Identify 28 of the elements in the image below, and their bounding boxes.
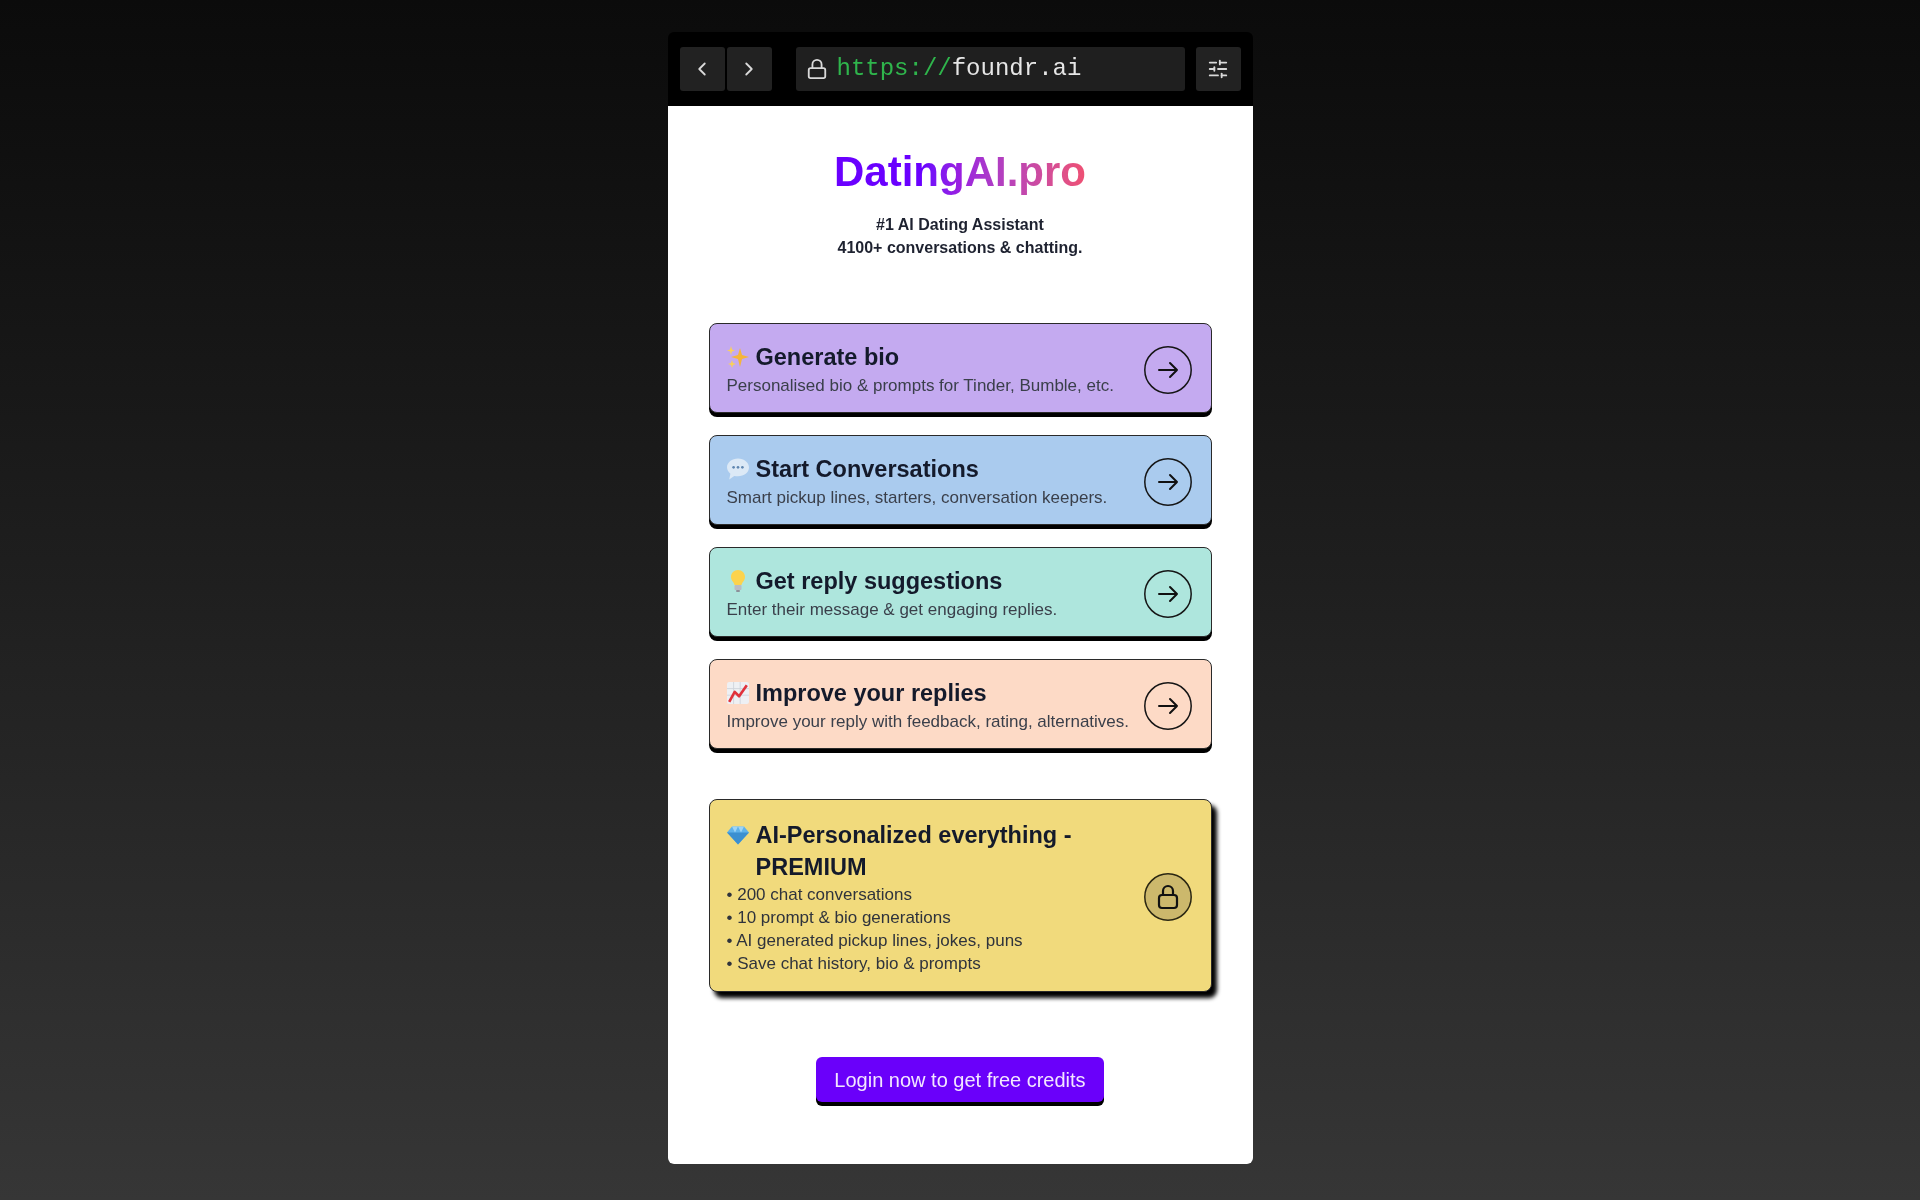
- premium-feature-text: • 10 prompt & bio generations: [726, 907, 952, 929]
- feature-description: Enter their message & get engaging replies.: [726, 599, 1059, 621]
- premium-feature-text: • 200 chat conversations: [726, 884, 913, 906]
- gem-icon: [726, 826, 749, 845]
- feature-title: Generate bio: [755, 343, 900, 371]
- feature-description: Improve your reply with feedback, rating, alternatives.: [726, 711, 1131, 733]
- feature-title: Get reply suggestions: [755, 567, 1003, 595]
- feature-description: Personalised bio & prompts for Tinder, Bumble, etc.: [726, 375, 1115, 397]
- address-bar[interactable]: https://foundr.ai: [795, 47, 1185, 91]
- premium-feature-text: • Save chat history, bio & prompts: [726, 953, 982, 975]
- arrow-right-icon[interactable]: [1143, 570, 1192, 618]
- settings-button[interactable]: [1195, 47, 1241, 91]
- arrow-right-icon[interactable]: [1143, 458, 1192, 506]
- tagline-text: #1 AI Dating Assistant: [876, 215, 1044, 235]
- tagline-text: 4100+ conversations & chatting.: [837, 238, 1083, 258]
- feature-description: Smart pickup lines, starters, conversation keepers.: [726, 487, 1109, 509]
- premium-title: AI-Personalized everything - PREMIUM: [755, 821, 1073, 882]
- feature-title: Improve your replies: [755, 679, 987, 707]
- lock-icon[interactable]: [1143, 873, 1192, 921]
- lock-icon: [805, 58, 828, 80]
- feature-title: Start Conversations: [755, 455, 979, 483]
- arrow-right-icon[interactable]: [1143, 682, 1192, 730]
- rising-chart-icon: [726, 682, 749, 704]
- sparkles-icon: [726, 346, 749, 368]
- arrow-right-icon[interactable]: [1143, 346, 1192, 394]
- speech-bubble-icon: [726, 458, 749, 480]
- settings-sliders-icon: [1207, 58, 1229, 80]
- premium-feature-text: • AI generated pickup lines, jokes, puns: [726, 930, 1024, 952]
